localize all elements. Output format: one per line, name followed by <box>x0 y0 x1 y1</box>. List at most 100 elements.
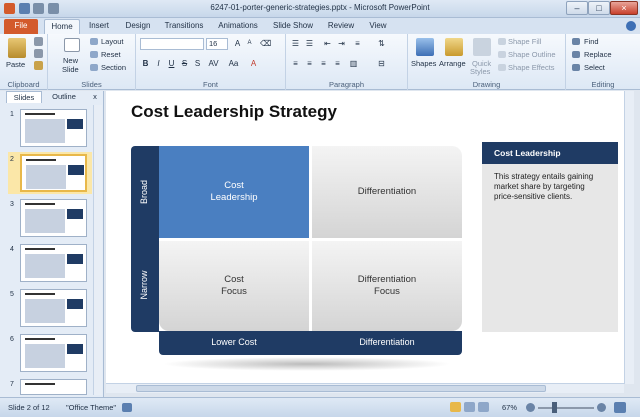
select-button[interactable]: Select <box>584 63 605 72</box>
panel-scrollbar[interactable] <box>93 105 102 395</box>
quadrant-cost-focus-line2: Focus <box>221 286 247 297</box>
tab-slides[interactable]: Slides <box>6 91 42 103</box>
side-box-body[interactable]: This strategy entails gaining market sha… <box>482 164 618 332</box>
slide-horizontal-scrollbar[interactable] <box>106 383 624 393</box>
zoom-out-icon[interactable] <box>526 403 535 412</box>
shape-fill-button[interactable]: Shape Fill <box>508 37 541 46</box>
slide-title[interactable]: Cost Leadership Strategy <box>131 102 337 122</box>
slide-thumbnail-1[interactable] <box>20 109 87 147</box>
text-direction-button[interactable]: ⇅ <box>376 38 387 49</box>
align-text-button[interactable]: ⊟ <box>376 58 387 69</box>
zoom-level[interactable]: 67% <box>502 403 517 412</box>
replace-button[interactable]: Replace <box>584 50 612 59</box>
copy-icon[interactable] <box>34 49 43 58</box>
quick-styles-button-line2[interactable]: Styles <box>470 67 490 76</box>
shadow-button[interactable]: S <box>192 58 203 69</box>
underline-button[interactable]: U <box>166 58 177 69</box>
align-right-button[interactable]: ≡ <box>318 58 329 69</box>
title-bar: 6247-01-porter-generic-strategies.pptx -… <box>0 0 640 18</box>
char-spacing-button[interactable]: AV <box>208 58 219 69</box>
bullets-button[interactable]: ☰ <box>290 38 301 49</box>
tab-view[interactable]: View <box>365 19 391 34</box>
numbering-button[interactable]: ☰ <box>304 38 315 49</box>
new-slide-button[interactable]: New <box>63 56 78 65</box>
slide-thumbnail-4[interactable] <box>20 244 87 282</box>
shapes-button[interactable]: Shapes <box>411 59 436 68</box>
font-size-field[interactable]: 16 <box>206 38 228 50</box>
paste-icon[interactable] <box>8 38 26 58</box>
normal-view-icon[interactable] <box>450 402 461 412</box>
arrange-button[interactable]: Arrange <box>439 59 466 68</box>
tab-transitions[interactable]: Transitions <box>162 19 206 34</box>
slide-vertical-scrollbar[interactable] <box>624 91 634 384</box>
clear-format-icon[interactable]: ⌫ <box>260 38 271 49</box>
tab-insert[interactable]: Insert <box>84 19 114 34</box>
line-spacing-button[interactable]: ≡ <box>352 38 363 49</box>
quadrant-differentiation-focus[interactable]: Differentiation Focus <box>312 241 462 331</box>
slide-number-3: 3 <box>10 201 14 208</box>
new-slide-icon[interactable] <box>64 38 80 52</box>
close-button[interactable]: × <box>610 1 638 15</box>
fit-to-window-icon[interactable] <box>614 402 626 413</box>
slide-thumbnail-5[interactable] <box>20 289 87 327</box>
tab-home[interactable]: Home <box>44 19 80 34</box>
find-button[interactable]: Find <box>584 37 599 46</box>
horizontal-scroll-thumb[interactable] <box>136 385 546 392</box>
slide-thumbnail-6[interactable] <box>20 334 87 372</box>
help-icon[interactable] <box>626 21 636 31</box>
columns-button[interactable]: ▥ <box>348 58 359 69</box>
quick-styles-icon[interactable] <box>473 38 491 56</box>
slide-sorter-icon[interactable] <box>464 402 475 412</box>
strikethrough-button[interactable]: S <box>179 58 190 69</box>
new-slide-button-line2[interactable]: Slide <box>62 65 79 74</box>
minimize-button[interactable]: – <box>566 1 588 15</box>
reading-view-icon[interactable] <box>478 402 489 412</box>
format-painter-icon[interactable] <box>34 61 43 70</box>
font-name-field[interactable] <box>140 38 204 50</box>
shape-effects-button[interactable]: Shape Effects <box>508 63 555 72</box>
side-box-heading[interactable]: Cost Leadership <box>482 142 618 164</box>
tab-file[interactable]: File <box>4 19 38 34</box>
slides-label: Slides <box>81 80 102 89</box>
shape-outline-button[interactable]: Shape Outline <box>508 50 556 59</box>
maximize-button[interactable]: □ <box>588 1 610 15</box>
slide-number-4: 4 <box>10 246 14 253</box>
justify-button[interactable]: ≡ <box>332 58 343 69</box>
zoom-slider[interactable] <box>538 407 594 409</box>
increase-indent-button[interactable]: ⇥ <box>336 38 347 49</box>
slide-thumbnail-3[interactable] <box>20 199 87 237</box>
quadrant-cost-leadership[interactable]: Cost Leadership <box>159 146 309 238</box>
slide-thumbnail-7[interactable] <box>20 379 87 395</box>
quadrant-differentiation-label: Differentiation <box>357 186 417 197</box>
theme-status[interactable]: "Office Theme" <box>66 403 116 412</box>
font-color-button[interactable]: A <box>248 58 259 69</box>
slide-thumbnail-2[interactable] <box>20 154 87 192</box>
tab-animations[interactable]: Animations <box>215 19 261 34</box>
grow-font-icon[interactable]: A <box>232 38 243 49</box>
cut-icon[interactable] <box>34 37 43 46</box>
shapes-icon[interactable] <box>416 38 434 56</box>
tab-slide-show[interactable]: Slide Show <box>270 19 316 34</box>
align-center-button[interactable]: ≡ <box>304 58 315 69</box>
section-button[interactable]: Section <box>101 63 126 72</box>
quadrant-cost-focus[interactable]: Cost Focus <box>159 241 309 331</box>
arrange-icon[interactable] <box>445 38 463 56</box>
tab-design[interactable]: Design <box>122 19 154 34</box>
slide-number-5: 5 <box>10 291 14 298</box>
decrease-indent-button[interactable]: ⇤ <box>322 38 333 49</box>
zoom-in-icon[interactable] <box>597 403 606 412</box>
layout-button[interactable]: Layout <box>101 37 124 46</box>
paste-button[interactable]: Paste <box>6 60 25 69</box>
panel-close-button[interactable]: x <box>90 91 100 103</box>
spellcheck-icon[interactable] <box>122 403 132 412</box>
bold-button[interactable]: B <box>140 58 151 69</box>
tab-review[interactable]: Review <box>324 19 358 34</box>
zoom-slider-thumb[interactable] <box>552 402 557 413</box>
reset-button[interactable]: Reset <box>101 50 121 59</box>
shrink-font-icon[interactable]: A <box>244 38 255 49</box>
italic-button[interactable]: I <box>153 58 164 69</box>
align-left-button[interactable]: ≡ <box>290 58 301 69</box>
change-case-button[interactable]: Aa <box>228 58 239 69</box>
tab-outline[interactable]: Outline <box>44 91 84 103</box>
quadrant-differentiation[interactable]: Differentiation <box>312 146 462 238</box>
